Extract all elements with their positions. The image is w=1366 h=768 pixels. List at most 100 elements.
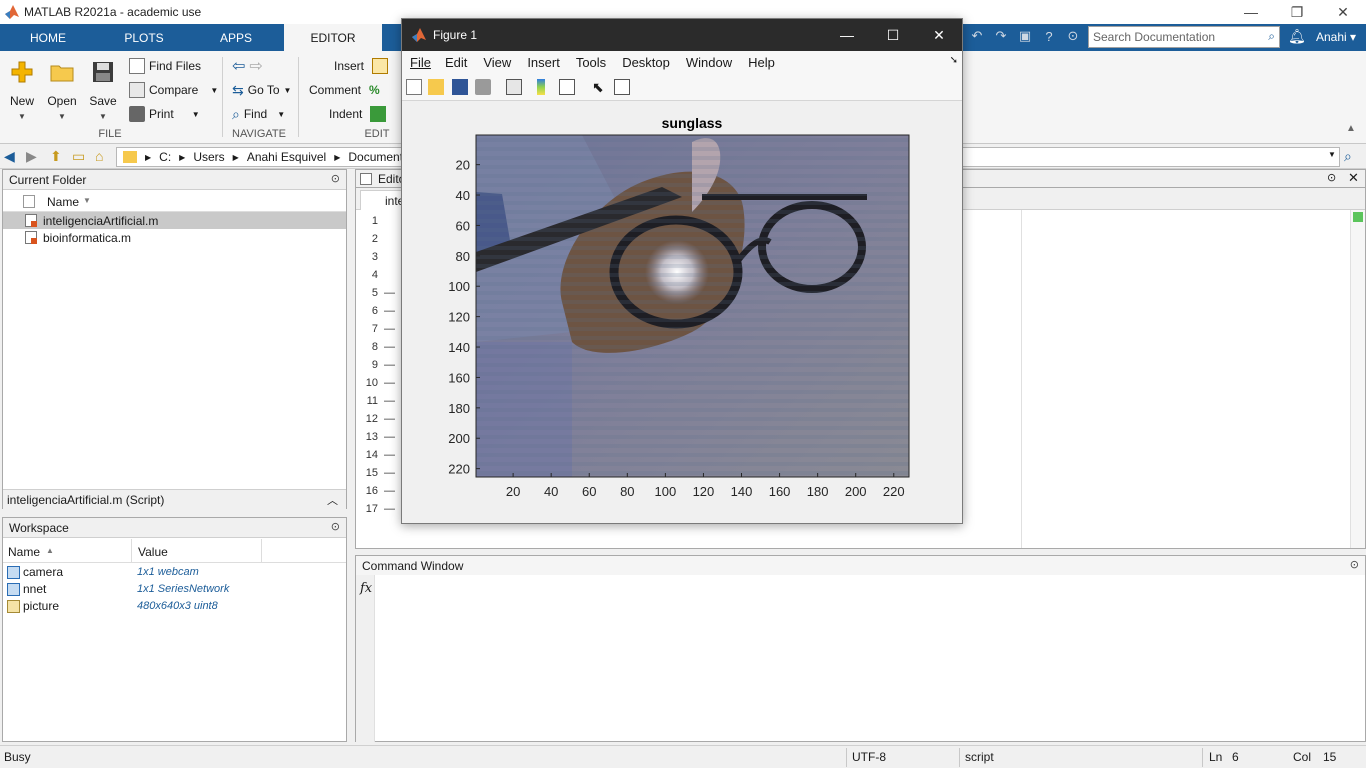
options-icon[interactable]: ⊙	[1064, 27, 1082, 45]
save-figure-icon[interactable]	[452, 79, 468, 95]
path-dropdown-icon[interactable]: ▼	[1328, 150, 1336, 159]
figure-titlebar[interactable]: Figure 1 — ☐ ✕	[402, 19, 962, 51]
breakpoint-marker[interactable]: —	[384, 449, 395, 461]
switch-windows-icon[interactable]: ▣	[1016, 27, 1034, 45]
indent-button[interactable]: Indent	[329, 104, 387, 124]
up-folder-icon[interactable]: ⬆	[50, 148, 62, 165]
new-button[interactable]: New ▼	[0, 59, 44, 121]
figure-window[interactable]: Figure 1 — ☐ ✕ File Edit View Insert Too…	[401, 18, 963, 524]
panel-menu-icon[interactable]: ⊙	[331, 172, 340, 185]
edit-plot-pointer-icon[interactable]: ⬉	[592, 79, 608, 95]
breakpoint-marker[interactable]: —	[384, 323, 395, 335]
breadcrumb-item[interactable]: C:	[159, 150, 171, 164]
folder-column-header[interactable]: Name ▼	[3, 191, 346, 212]
breakpoint-marker[interactable]: —	[384, 395, 395, 407]
open-label: Open	[47, 94, 77, 108]
insert-colorbar-icon[interactable]	[537, 79, 545, 95]
tab-editor[interactable]: EDITOR	[284, 24, 382, 51]
breakpoint-marker[interactable]: —	[384, 467, 395, 479]
forward-icon[interactable]: ▶	[26, 148, 37, 165]
minimize-button[interactable]: —	[1228, 0, 1274, 24]
workspace-row[interactable]: picture 480x640x3 uint8	[3, 598, 346, 615]
workspace-header: Workspace ⊙	[3, 518, 346, 538]
redo-icon[interactable]: ↷	[992, 27, 1010, 45]
go-to-button[interactable]: ⇆ Go To ▼	[232, 80, 291, 100]
compare-button[interactable]: Compare ▼	[129, 80, 218, 100]
function-browser-icon[interactable]: fx	[360, 581, 372, 596]
menu-desktop[interactable]: Desktop	[622, 55, 670, 70]
breadcrumb-item[interactable]: Documents	[348, 150, 409, 164]
tab-home[interactable]: HOME	[4, 24, 92, 51]
menu-view[interactable]: View	[483, 55, 511, 70]
menu-tools[interactable]: Tools	[576, 55, 606, 70]
file-row[interactable]: bioinformatica.m	[3, 229, 346, 246]
property-inspector-icon[interactable]	[614, 79, 630, 95]
menu-insert[interactable]: Insert	[527, 55, 560, 70]
workspace-row[interactable]: nnet 1x1 SeriesNetwork	[3, 581, 346, 598]
command-window[interactable]: Command Window ⊙ fx	[355, 555, 1366, 742]
figure-maximize-button[interactable]: ☐	[870, 19, 916, 51]
save-button[interactable]: Save ▼	[81, 59, 125, 121]
browse-folder-icon[interactable]: ▭	[72, 148, 85, 165]
figure-close-button[interactable]: ✕	[916, 19, 962, 51]
collapse-details-icon[interactable]: ︿	[327, 492, 338, 508]
find-files-button[interactable]: Find Files	[129, 56, 201, 76]
search-icon[interactable]: ⌕	[1268, 29, 1275, 44]
panel-menu-icon[interactable]: ⊙	[1350, 558, 1359, 571]
panel-menu-icon[interactable]: ⊙	[331, 520, 340, 533]
breakpoint-marker[interactable]: —	[384, 503, 395, 515]
insert-button[interactable]: Insert	[334, 56, 389, 76]
undo-icon[interactable]: ↶	[968, 27, 986, 45]
back-arrow-icon[interactable]: ⇦	[232, 56, 245, 76]
user-menu[interactable]: Anahi ▾	[1316, 30, 1356, 44]
comment-button[interactable]: Comment %	[309, 80, 380, 100]
figure-canvas[interactable]: sunglass 20 40 60 80 100 120 140 160 180 200 220 2…	[402, 102, 962, 523]
breakpoint-marker[interactable]: —	[384, 413, 395, 425]
print-figure-icon[interactable]	[475, 79, 491, 95]
find-button[interactable]: ⌕ Find ▼	[232, 104, 285, 124]
restore-button[interactable]: ❐	[1274, 0, 1320, 24]
open-file-icon[interactable]	[428, 79, 444, 95]
open-button[interactable]: Open ▼	[40, 59, 84, 121]
menu-edit[interactable]: Edit	[445, 55, 467, 70]
breadcrumb-item[interactable]: Users	[193, 150, 224, 164]
insert-legend-icon[interactable]	[559, 79, 575, 95]
workspace-row[interactable]: camera 1x1 webcam	[3, 564, 346, 581]
breadcrumb-item[interactable]: Anahi Esquivel	[247, 150, 326, 164]
back-icon[interactable]: ◀	[4, 148, 15, 165]
file-row-selected[interactable]: inteligenciaArtificial.m	[3, 212, 346, 229]
menu-help[interactable]: Help	[748, 55, 775, 70]
search-documentation-input[interactable]: Search Documentation ⌕	[1088, 26, 1280, 48]
menu-window[interactable]: Window	[686, 55, 732, 70]
new-figure-icon[interactable]	[406, 79, 422, 95]
menu-file[interactable]: File	[410, 55, 431, 70]
axes[interactable]: sunglass 20 40 60 80 100 120 140 160 180 200 220 2…	[402, 102, 962, 523]
tab-apps[interactable]: APPS	[192, 24, 280, 51]
breakpoint-marker[interactable]: —	[384, 305, 395, 317]
print-button[interactable]: Print ▼	[129, 104, 200, 124]
breakpoint-marker[interactable]: —	[384, 341, 395, 353]
editor-scrollbar[interactable]	[1350, 210, 1365, 548]
collapse-ribbon-icon[interactable]: ▲	[1346, 123, 1356, 134]
file-details-bar[interactable]: inteligenciaArtificial.m (Script) ︿	[3, 489, 346, 509]
editor-menu-icon[interactable]: ⊙	[1327, 171, 1336, 184]
notification-bell-icon[interactable]: 🔔︎	[1288, 28, 1306, 45]
path-history-icon[interactable]: ⌂	[95, 148, 103, 164]
link-plot-icon[interactable]	[506, 79, 522, 95]
path-search-icon[interactable]: ⌕	[1344, 148, 1352, 165]
figure-minimize-button[interactable]: —	[824, 19, 870, 51]
breakpoint-marker[interactable]: —	[384, 431, 395, 443]
breakpoint-marker[interactable]: —	[384, 485, 395, 497]
back-forward-buttons[interactable]: ⇦ ⇨	[232, 56, 263, 76]
editor-close-icon[interactable]: ✕	[1348, 170, 1359, 186]
dock-arrow-icon[interactable]: ➘	[950, 55, 958, 66]
forward-arrow-icon[interactable]: ⇨	[249, 56, 262, 76]
workspace-column-header[interactable]: Name ▲ Value	[3, 539, 346, 563]
help-icon[interactable]: ?	[1040, 27, 1058, 45]
breakpoint-marker[interactable]: —	[384, 359, 395, 371]
close-button[interactable]: ✕	[1320, 0, 1366, 24]
breakpoint-marker[interactable]: —	[384, 377, 395, 389]
var-value: 480x640x3 uint8	[137, 600, 218, 612]
breakpoint-marker[interactable]: —	[384, 287, 395, 299]
tab-plots[interactable]: PLOTS	[100, 24, 188, 51]
